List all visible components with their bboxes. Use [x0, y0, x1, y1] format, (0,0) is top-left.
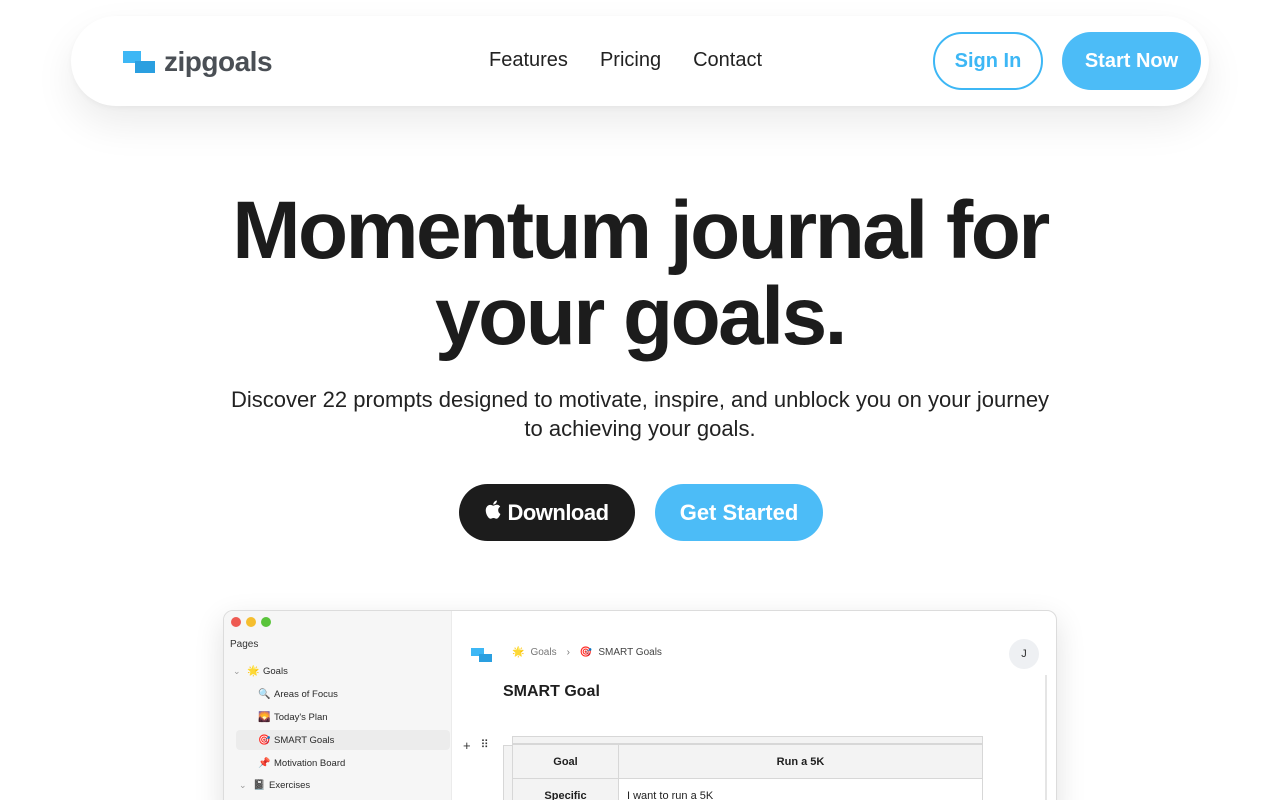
sidebar-title: Pages	[230, 639, 259, 650]
table-row: Specific I want to run a 5K	[512, 778, 983, 800]
breadcrumb: 🌟 Goals › 🎯 SMART Goals	[512, 647, 662, 658]
star-icon: 🌟	[512, 647, 525, 658]
block-controls: + ⠿	[463, 738, 489, 753]
hero-title: Momentum journal for your goals.	[0, 188, 1280, 360]
hero-subtitle: Discover 22 prompts designed to motivate…	[230, 387, 1050, 441]
table-cell[interactable]: Goal	[512, 744, 619, 779]
table-row: Goal Run a 5K	[512, 744, 983, 779]
page-title: SMART Goal	[503, 683, 600, 700]
sidebar-item-exercises[interactable]: ⌄ 📓 Exercises	[239, 775, 310, 795]
table-cell[interactable]: Run a 5K	[618, 744, 983, 779]
sidebar-item-motivation-board[interactable]: 📌 Motivation Board	[258, 753, 345, 773]
star-icon: 🌟	[247, 665, 260, 677]
smart-goal-table: Goal Run a 5K Specific I want to run a 5…	[503, 736, 983, 800]
top-nav: zipgoals Features Pricing Contact Sign I…	[71, 16, 1209, 106]
drag-handle-icon[interactable]: ⠿	[481, 738, 489, 753]
nav-link-pricing[interactable]: Pricing	[600, 49, 661, 72]
sidebar-item-label: Exercises	[269, 779, 311, 791]
table-column-handle[interactable]	[512, 736, 983, 744]
app-sidebar: Pages ⌄ 🌟 Goals 🔍 Areas of Focus 🌄 Today…	[224, 611, 452, 800]
hero-title-line-1: Momentum journal for	[232, 185, 1050, 276]
target-icon: 🎯	[258, 734, 271, 746]
brand-logo[interactable]: zipgoals	[123, 46, 273, 78]
brand-name: zipgoals	[164, 46, 273, 77]
download-label: Download	[507, 499, 609, 525]
sunrise-icon: 🌄	[258, 711, 271, 723]
target-icon: 🎯	[579, 647, 593, 658]
nav-link-contact[interactable]: Contact	[693, 49, 762, 72]
goal-table: Goal Run a 5K Specific I want to run a 5…	[512, 744, 983, 800]
pushpin-icon: 📌	[258, 757, 271, 769]
logo-mark-icon	[123, 51, 155, 73]
table-cell[interactable]: Specific	[512, 778, 619, 800]
get-started-button[interactable]: Get Started	[655, 484, 823, 541]
hero-title-line-2: your goals.	[435, 271, 847, 362]
magnifier-icon: 🔍	[258, 688, 271, 700]
scrollbar[interactable]	[1045, 675, 1047, 800]
zoom-dot	[261, 617, 271, 627]
breadcrumb-goals[interactable]: Goals	[530, 647, 556, 658]
cta-row: Download Get Started	[459, 484, 823, 541]
nav-links: Features Pricing Contact	[489, 49, 762, 72]
download-button[interactable]: Download	[459, 484, 635, 541]
sidebar-item-goals[interactable]: ⌄ 🌟 Goals	[233, 661, 288, 681]
notebook-icon: 📓	[253, 779, 266, 791]
sidebar-item-label: Areas of Focus	[274, 688, 338, 700]
sidebar-item-label: Today's Plan	[274, 711, 328, 723]
start-now-button[interactable]: Start Now	[1062, 32, 1201, 90]
avatar[interactable]: J	[1009, 639, 1039, 669]
close-dot	[231, 617, 241, 627]
window-controls	[231, 617, 271, 627]
app-logo-icon[interactable]	[471, 648, 493, 662]
sign-in-button[interactable]: Sign In	[933, 32, 1043, 90]
sidebar-item-todays-plan[interactable]: 🌄 Today's Plan	[258, 707, 328, 727]
breadcrumb-smart-goals[interactable]: SMART Goals	[598, 647, 662, 658]
sidebar-item-label: Motivation Board	[274, 757, 346, 769]
sidebar-item-label: Goals	[263, 665, 288, 677]
add-block-icon[interactable]: +	[463, 738, 471, 753]
table-row-handle[interactable]	[503, 745, 512, 800]
apple-icon	[485, 500, 501, 525]
nav-link-features[interactable]: Features	[489, 49, 568, 72]
table-cell[interactable]: I want to run a 5K	[618, 778, 983, 800]
minimize-dot	[246, 617, 256, 627]
sidebar-item-label: SMART Goals	[274, 734, 335, 746]
chevron-down-icon: ⌄	[233, 665, 241, 676]
sidebar-item-areas-of-focus[interactable]: 🔍 Areas of Focus	[258, 684, 338, 704]
chevron-down-icon: ⌄	[239, 779, 247, 790]
breadcrumb-separator: ›	[566, 647, 570, 658]
sidebar-item-smart-goals[interactable]: 🎯 SMART Goals	[236, 730, 450, 750]
app-preview-window: Pages ⌄ 🌟 Goals 🔍 Areas of Focus 🌄 Today…	[223, 610, 1057, 800]
